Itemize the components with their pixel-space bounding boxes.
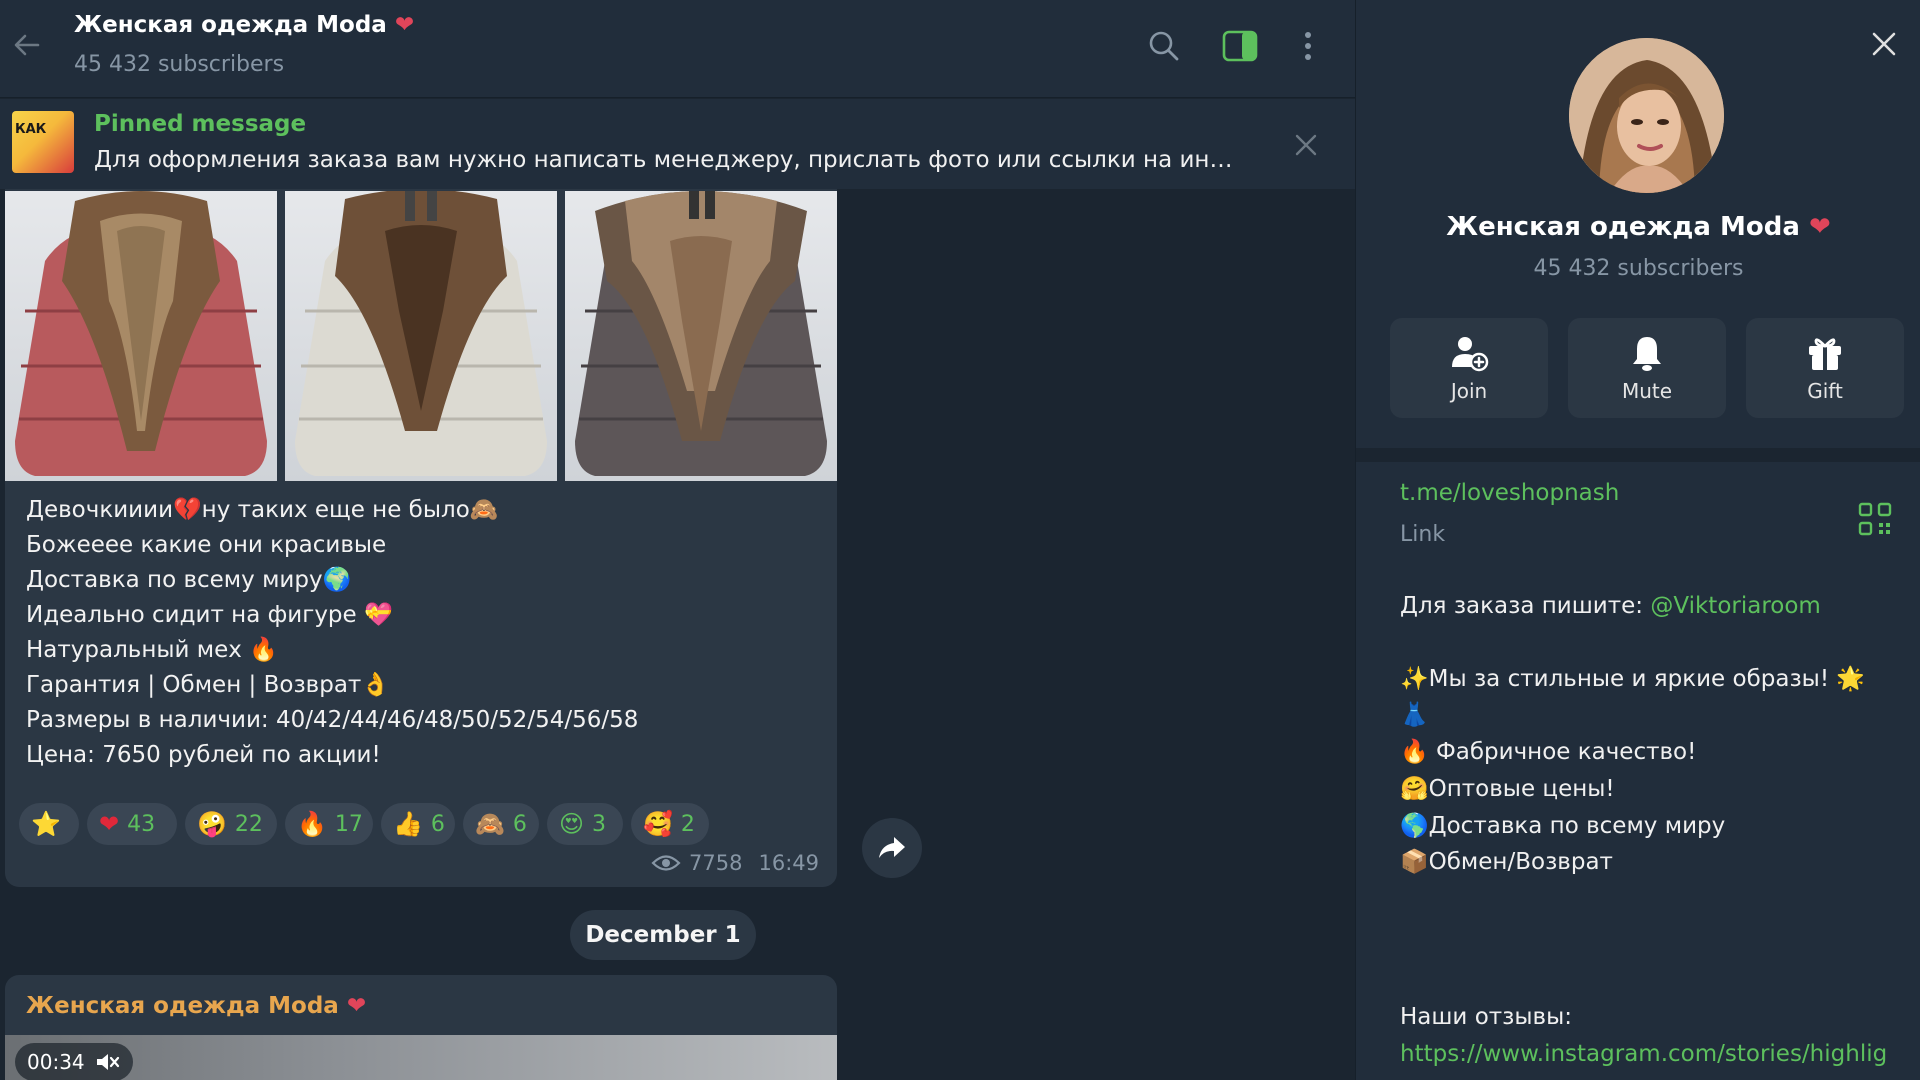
- join-button[interactable]: Join: [1390, 318, 1548, 418]
- mute-button[interactable]: Mute: [1568, 318, 1726, 418]
- message-time: 16:49: [758, 851, 819, 875]
- channel-avatar[interactable]: [1569, 38, 1724, 193]
- gift-icon: [1809, 338, 1841, 370]
- muted-speaker-icon: [96, 1054, 119, 1070]
- smiling-hearts-icon: 🥰: [643, 810, 673, 838]
- chat-title[interactable]: Женская одежда Moda ❤: [74, 12, 414, 38]
- message-line: Размеры в наличии: 40/42/44/46/48/50/52/…: [26, 707, 639, 733]
- message-bubble[interactable]: Девочкииии💔ну таких еще не было🙈 Божеееe…: [5, 189, 837, 887]
- reaction-heart-eyes[interactable]: 😍 3: [547, 803, 623, 845]
- heart-eyes-icon: 😍: [559, 810, 585, 838]
- channel-link[interactable]: t.me/loveshopnash: [1400, 480, 1619, 506]
- desc-line: 👗: [1400, 697, 1900, 734]
- more-options-icon[interactable]: [1288, 26, 1328, 66]
- subscriber-count: 45 432 subscribers: [74, 52, 285, 77]
- reviews-label: Наши отзывы:: [1400, 1003, 1573, 1030]
- message-line: Доставка по всему миру🌍: [26, 567, 352, 593]
- gift-button[interactable]: Gift: [1746, 318, 1904, 418]
- video-duration-badge[interactable]: 00:34: [15, 1043, 133, 1080]
- message-line: Идеально сидит на фигуре 💝: [26, 602, 393, 628]
- heart-icon: ❤: [346, 993, 367, 1019]
- reaction-monkey[interactable]: 🙈 6: [463, 803, 539, 845]
- message-line: Цена: 7650 рублей по акции!: [26, 742, 381, 768]
- hugging-face-icon: 🤗: [1400, 775, 1429, 802]
- message-line: Девочкииии💔ну таких еще не было🙈: [26, 497, 499, 523]
- see-no-evil-monkey-icon: 🙈: [475, 810, 505, 838]
- star-icon: ⭐: [31, 810, 61, 838]
- broken-heart-icon: 💔: [173, 497, 202, 523]
- channel-info-panel: Женская одежда Moda ❤ 45 432 subscribers…: [1355, 0, 1920, 1080]
- chat-header: Женская одежда Moda ❤ 45 432 subscribers: [0, 0, 1355, 98]
- see-no-evil-monkey-icon: 🙈: [469, 497, 499, 523]
- close-icon[interactable]: [1866, 26, 1902, 62]
- photo-gray-jacket[interactable]: [565, 191, 837, 481]
- heart-icon: ❤: [1808, 212, 1831, 242]
- reviews-link[interactable]: https://www.instagram.com/stories/highli…: [1400, 1036, 1900, 1073]
- reaction-star[interactable]: ⭐: [19, 803, 79, 845]
- add-user-icon: [1452, 337, 1489, 372]
- channel-title: Женская одежда Moda ❤: [1446, 212, 1831, 242]
- view-count: 7758: [689, 851, 743, 875]
- heart-ribbon-icon: 💝: [364, 602, 393, 628]
- reaction-smiling-hearts[interactable]: 🥰 2: [631, 803, 709, 845]
- message-meta: 7758 16:49: [651, 851, 819, 875]
- heart-icon: ❤: [394, 12, 415, 38]
- photo-white-jacket[interactable]: [285, 191, 557, 481]
- desc-line: ✨Мы за стильные и яркие образы! 🌟: [1400, 665, 1866, 692]
- desc-line: 📦Обмен/Возврат: [1400, 849, 1613, 876]
- globe-icon: 🌎: [1400, 812, 1429, 839]
- order-line: Для заказа пишите: @Viktoriaroom: [1400, 593, 1821, 619]
- zany-face-icon: 🤪: [197, 810, 227, 838]
- pinned-title: Pinned message: [94, 111, 307, 137]
- date-separator: December 1: [570, 910, 756, 960]
- message-bubble-2[interactable]: Женская одежда Moda ❤ 00:34: [5, 975, 837, 1080]
- message-text: Девочкииии💔ну таких еще не было🙈 Божеееe…: [26, 493, 816, 773]
- reaction-fire[interactable]: 🔥 17: [285, 803, 373, 845]
- pinned-message-bar[interactable]: КАК Pinned message Для оформления заказа…: [0, 99, 1355, 189]
- chat-pane: Женская одежда Moda ❤ 45 432 subscribers…: [0, 0, 1355, 1080]
- photo-pink-jacket[interactable]: [5, 191, 277, 481]
- panel-divider: [1356, 448, 1920, 462]
- reaction-zany-face[interactable]: 🤪 22: [185, 803, 277, 845]
- eye-icon: [651, 855, 681, 871]
- pinned-text: Для оформления заказа вам нужно написать…: [94, 147, 1234, 173]
- message-line: Гарантия | Обмен | Возврат👌: [26, 672, 390, 698]
- fire-icon: 🔥: [1400, 739, 1429, 766]
- desc-line: 🔥 Фабричное качество!: [1400, 739, 1697, 766]
- channel-link-label: Link: [1400, 522, 1446, 547]
- fire-icon: 🔥: [297, 810, 327, 838]
- channel-subscriber-count: 45 432 subscribers: [1533, 256, 1744, 281]
- video-preview[interactable]: 00:34: [5, 1035, 837, 1080]
- photo-album: [5, 191, 837, 481]
- qr-code-icon[interactable]: [1858, 502, 1892, 536]
- heart-icon: ❤: [99, 810, 120, 838]
- globe-icon: 🌍: [322, 567, 352, 593]
- share-arrow-icon: [879, 837, 905, 858]
- message-line: Божеееe какие они красивые: [26, 532, 387, 558]
- dress-icon: 👗: [1400, 702, 1429, 729]
- desc-line: 🤗Оптовые цены!: [1400, 775, 1615, 802]
- bell-icon: [1633, 337, 1661, 371]
- channel-description: Для заказа пишите: @Viktoriaroom ✨Мы за …: [1400, 588, 1900, 1072]
- sparkles-icon: ✨: [1400, 665, 1429, 692]
- message-line: Натуральный мех 🔥: [26, 637, 278, 663]
- telegram-window: Женская одежда Moda ❤ 45 432 subscribers…: [0, 0, 1920, 1080]
- sidebar-toggle-icon[interactable]: [1220, 26, 1260, 66]
- ok-hand-icon: 👌: [361, 672, 390, 698]
- reaction-heart[interactable]: ❤ 43: [87, 803, 177, 845]
- package-icon: 📦: [1400, 849, 1429, 876]
- fire-icon: 🔥: [249, 637, 278, 663]
- desc-line: 🌎Доставка по всему миру: [1400, 812, 1726, 839]
- reaction-thumbs-up[interactable]: 👍 6: [381, 803, 455, 845]
- close-icon[interactable]: [1290, 129, 1322, 161]
- back-arrow-icon[interactable]: [8, 26, 46, 64]
- glowing-star-icon: 🌟: [1836, 665, 1866, 692]
- pinned-thumbnail: КАК: [12, 111, 74, 173]
- forward-button[interactable]: [862, 818, 922, 878]
- message-author[interactable]: Женская одежда Moda ❤: [26, 993, 366, 1019]
- order-handle-link[interactable]: @Viktoriaroom: [1650, 593, 1820, 619]
- thumbs-up-icon: 👍: [393, 810, 423, 838]
- search-icon[interactable]: [1144, 26, 1184, 66]
- reactions-bar: ⭐ ❤ 43 🤪 22 🔥 17 👍 6 🙈 6 😍 3 🥰 2: [19, 803, 829, 847]
